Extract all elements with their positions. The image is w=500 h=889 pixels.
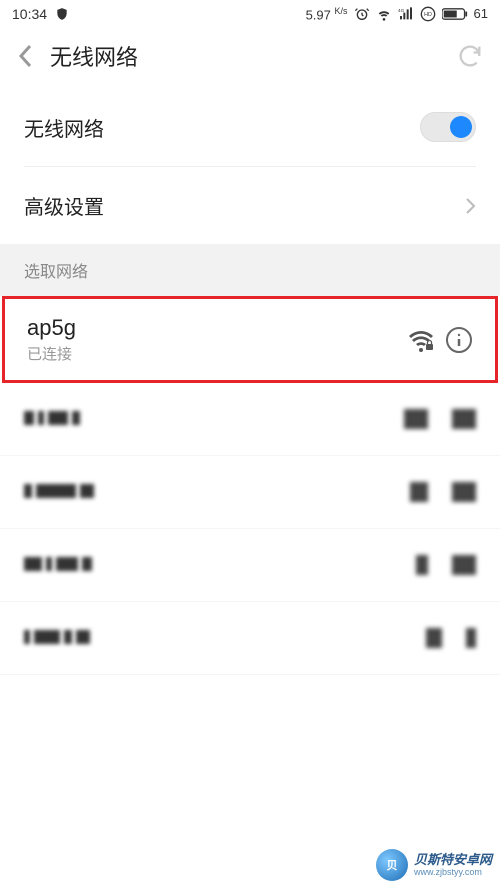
advanced-settings-row[interactable]: 高级设置 [24, 167, 476, 244]
network-list-header: 选取网络 [0, 244, 500, 296]
hd-icon: HD [420, 6, 436, 22]
alarm-icon [354, 6, 370, 22]
refresh-button[interactable] [456, 42, 484, 70]
shield-icon [55, 7, 69, 21]
battery-icon [442, 7, 468, 21]
wifi-toggle-row[interactable]: 无线网络 [24, 88, 476, 167]
svg-text:HD: HD [424, 12, 432, 18]
status-speed: 5.97 K/s [306, 6, 348, 22]
wifi-secured-icon [407, 328, 435, 352]
network-status: 已连接 [27, 343, 397, 364]
signal-icon: 4G [398, 6, 414, 22]
watermark: 贝 贝斯特安卓网 www.zjbstyy.com [376, 849, 492, 881]
chevron-right-icon [464, 196, 476, 216]
network-item-blurred[interactable] [0, 602, 500, 675]
network-name: ap5g [27, 315, 397, 341]
wifi-status-icon [376, 6, 392, 22]
status-bar: 10:34 5.97 K/s 4G HD 61 [0, 0, 500, 28]
wifi-toggle-label: 无线网络 [24, 113, 104, 142]
svg-text:4G: 4G [398, 8, 405, 13]
info-button[interactable] [445, 326, 473, 354]
header: 无线网络 [0, 28, 500, 88]
network-item-blurred[interactable] [0, 383, 500, 456]
watermark-url: www.zjbstyy.com [414, 867, 492, 878]
settings-section: 无线网络 高级设置 [0, 88, 500, 244]
battery-percent: 61 [474, 6, 488, 21]
network-item-connected[interactable]: ap5g 已连接 [2, 296, 498, 383]
watermark-title: 贝斯特安卓网 [414, 852, 492, 868]
network-item-blurred[interactable] [0, 456, 500, 529]
back-button[interactable] [16, 42, 34, 70]
advanced-label: 高级设置 [24, 191, 104, 220]
watermark-logo-icon: 贝 [376, 849, 408, 881]
network-list: ap5g 已连接 [0, 296, 500, 675]
status-time: 10:34 [12, 6, 47, 22]
wifi-toggle[interactable] [420, 112, 476, 142]
page-title: 无线网络 [50, 40, 440, 72]
network-item-blurred[interactable] [0, 529, 500, 602]
